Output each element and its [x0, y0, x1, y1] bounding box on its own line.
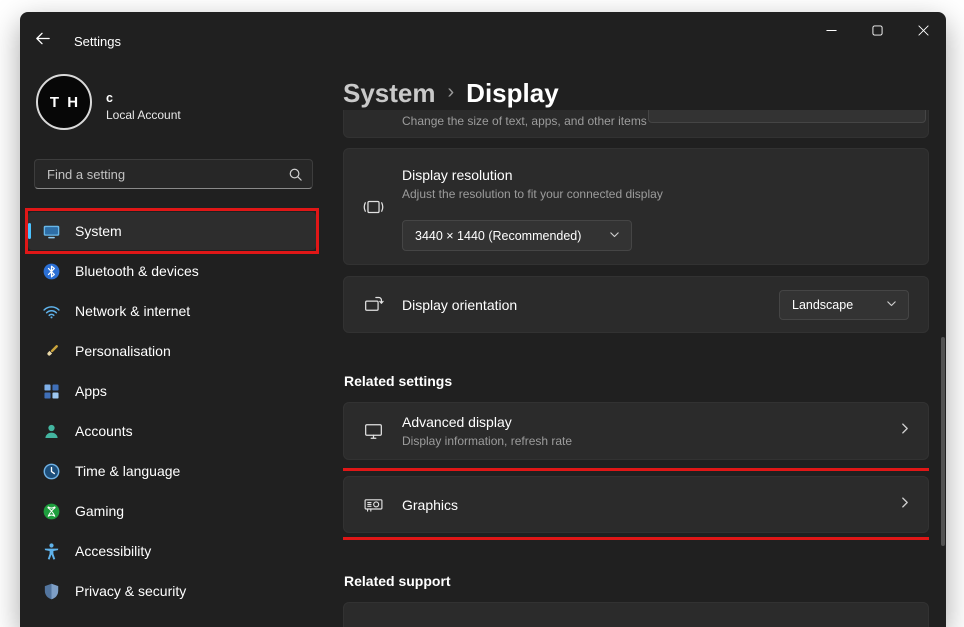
chevron-down-icon — [608, 228, 621, 244]
close-icon — [918, 23, 929, 41]
sidebar-item-accessibility[interactable]: Accessibility — [28, 532, 316, 570]
close-button[interactable] — [900, 12, 946, 52]
user-account-card[interactable]: T H c Local Account — [36, 74, 316, 132]
display-resolution-icon — [363, 196, 384, 217]
page-title: Display — [466, 78, 559, 109]
search-box — [34, 159, 313, 189]
window-controls — [808, 12, 946, 52]
sidebar-item-privacy-security[interactable]: Privacy & security — [28, 572, 316, 610]
settings-window: Settings T H c Local Account — [20, 12, 946, 627]
system-monitor-icon — [42, 222, 61, 241]
sidebar-item-label: Network & internet — [75, 303, 190, 319]
sidebar-item-network-internet[interactable]: Network & internet — [28, 292, 316, 330]
sidebar-item-label: Accessibility — [75, 543, 151, 559]
display-orientation-card: Display orientation Landscape — [343, 276, 929, 333]
selected-indicator — [28, 223, 31, 239]
minimize-icon — [826, 23, 837, 41]
search-icon — [288, 167, 303, 187]
sidebar-item-personalisation[interactable]: Personalisation — [28, 332, 316, 370]
display-resolution-card: Display resolution Adjust the resolution… — [343, 148, 929, 265]
apps-grid-icon — [42, 382, 61, 401]
window-title: Settings — [74, 34, 121, 49]
sidebar-item-label: Apps — [75, 383, 107, 399]
sidebar-item-label: Accounts — [75, 423, 133, 439]
shield-icon — [42, 582, 61, 601]
related-support-heading: Related support — [344, 573, 451, 589]
sidebar-item-bluetooth-devices[interactable]: Bluetooth & devices — [28, 252, 316, 290]
advanced-display-subtitle: Display information, refresh rate — [402, 434, 572, 448]
sidebar-item-label: Privacy & security — [75, 583, 186, 599]
chevron-right-icon — [898, 495, 912, 514]
scale-subtitle: Change the size of text, apps, and other… — [402, 114, 647, 128]
xbox-icon — [42, 502, 61, 521]
breadcrumb-parent[interactable]: System — [343, 78, 436, 109]
search-input[interactable] — [35, 160, 312, 188]
sidebar-item-label: Gaming — [75, 503, 124, 519]
orientation-title: Display orientation — [402, 297, 517, 313]
back-arrow-icon — [34, 30, 51, 52]
orientation-dropdown[interactable]: Landscape — [779, 290, 909, 320]
monitor-icon — [363, 421, 384, 442]
scale-card-partial: Change the size of text, apps, and other… — [343, 110, 929, 138]
sidebar-item-accounts[interactable]: Accounts — [28, 412, 316, 450]
breadcrumb-separator-icon: › — [448, 81, 455, 104]
support-card-partial[interactable] — [343, 602, 929, 627]
sidebar-item-gaming[interactable]: Gaming — [28, 492, 316, 530]
advanced-display-card[interactable]: Advanced display Display information, re… — [343, 402, 929, 460]
sidebar-item-label: Time & language — [75, 463, 180, 479]
sidebar-item-label: Bluetooth & devices — [75, 263, 199, 279]
advanced-display-title: Advanced display — [402, 414, 512, 430]
sidebar-item-apps[interactable]: Apps — [28, 372, 316, 410]
gpu-icon — [363, 494, 384, 515]
paint-brush-icon — [42, 342, 61, 361]
graphics-card[interactable]: Graphics — [343, 476, 929, 533]
sidebar-item-label: System — [75, 223, 122, 239]
graphics-title: Graphics — [402, 497, 458, 513]
clock-icon — [42, 462, 61, 481]
resolution-title: Display resolution — [402, 167, 513, 183]
bluetooth-icon — [42, 262, 61, 281]
sidebar-item-system[interactable]: System — [28, 212, 316, 250]
sidebar-item-label: Personalisation — [75, 343, 171, 359]
maximize-icon — [872, 23, 883, 41]
display-orientation-icon — [363, 294, 384, 315]
maximize-button[interactable] — [854, 12, 900, 52]
accessibility-person-icon — [42, 542, 61, 561]
account-type-label: Local Account — [106, 108, 181, 122]
resolution-dropdown[interactable]: 3440 × 1440 (Recommended) — [402, 220, 632, 251]
wifi-icon — [42, 302, 61, 321]
person-icon — [42, 422, 61, 441]
sidebar-item-time-language[interactable]: Time & language — [28, 452, 316, 490]
related-settings-heading: Related settings — [344, 373, 452, 389]
scale-dropdown-partial[interactable] — [648, 110, 926, 123]
back-button[interactable] — [29, 29, 55, 53]
resolution-subtitle: Adjust the resolution to fit your connec… — [402, 187, 663, 201]
avatar: T H — [36, 74, 92, 130]
settings-scroll-area: Change the size of text, apps, and other… — [343, 110, 929, 627]
resolution-value: 3440 × 1440 (Recommended) — [415, 229, 581, 243]
chevron-down-icon — [885, 297, 898, 313]
orientation-value: Landscape — [792, 298, 853, 312]
chevron-right-icon — [898, 422, 912, 441]
scrollbar[interactable] — [941, 337, 945, 546]
minimize-button[interactable] — [808, 12, 854, 52]
breadcrumb: System › Display — [343, 78, 559, 109]
user-name: c — [106, 91, 113, 105]
